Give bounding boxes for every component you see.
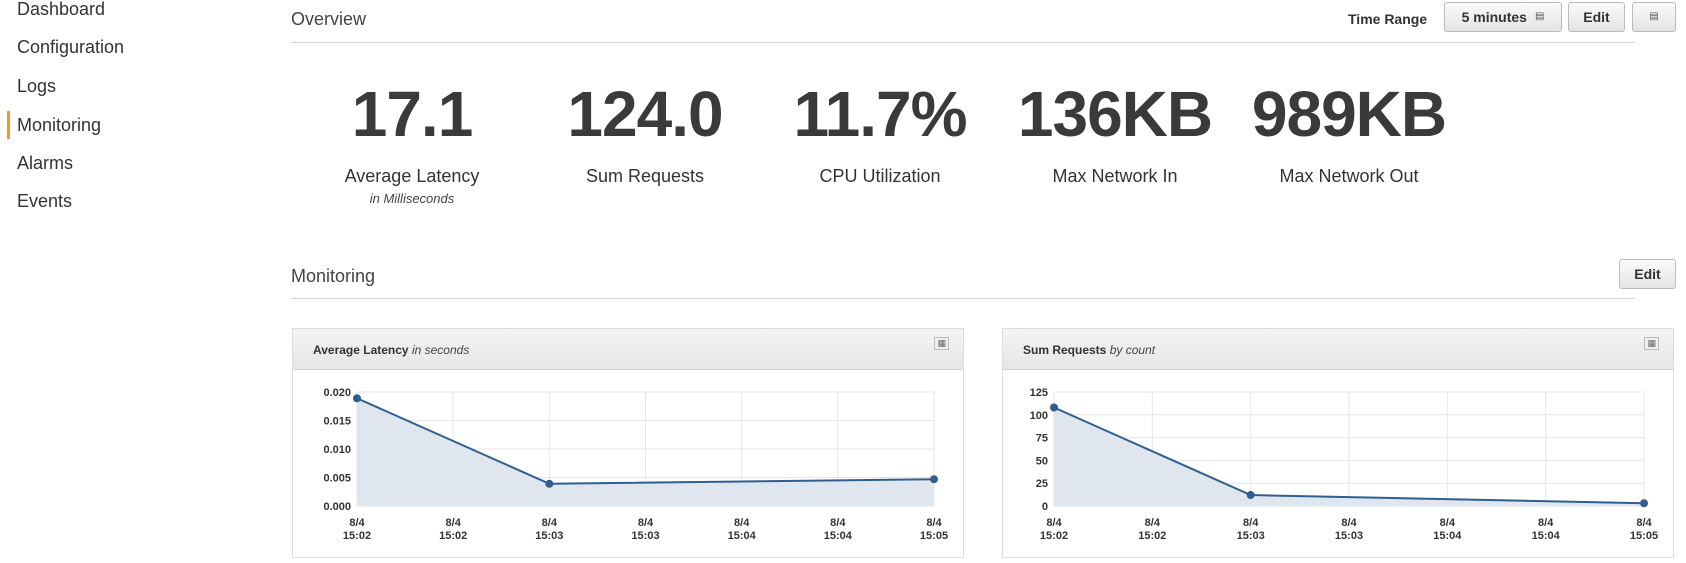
metric-value: 136KB	[1017, 78, 1213, 150]
x-tick-label: 8/4	[1243, 517, 1259, 529]
x-tick-label: 8/4	[446, 517, 462, 529]
monitoring-edit-button[interactable]: Edit	[1619, 259, 1676, 289]
metric-value: 11.7%	[793, 78, 968, 150]
time-range-label: Time Range	[1348, 11, 1428, 27]
x-tick-label: 15:02	[1040, 530, 1068, 542]
average-latency-chart: 0.0000.0050.0100.0150.0208/415:028/415:0…	[323, 387, 948, 542]
chart-panel-average-latency: Average Latency in seconds ▦ 0.000 0.005 0…	[292, 328, 964, 558]
y-tick-label: 25	[1036, 478, 1048, 490]
metric-max-network-out: 989KB Max Network Out	[1234, 82, 1464, 187]
metric-average-latency: 17.1 Average Latency in Milliseconds	[297, 82, 527, 206]
y-tick-label: 75	[1036, 433, 1048, 445]
chart-title: Sum Requests by count	[1023, 343, 1155, 357]
sidebar-item-alarms[interactable]: Alarms	[17, 152, 73, 174]
data-point	[1246, 491, 1255, 500]
x-tick-label: 8/4	[926, 517, 942, 529]
metric-value: 989KB	[1251, 78, 1447, 150]
x-tick-label: 15:03	[535, 530, 563, 542]
y-tick-label: 0.000	[323, 501, 351, 513]
metric-sublabel: in Milliseconds	[369, 191, 455, 206]
y-tick-label: 0.015	[323, 416, 351, 428]
x-tick-label: 8/4	[349, 517, 365, 529]
sidebar-item-dashboard[interactable]: Dashboard	[17, 0, 105, 20]
time-range-dropdown[interactable]: 5 minutes ▤	[1444, 2, 1562, 32]
x-tick-label: 15:04	[1532, 530, 1561, 542]
metric-max-network-in: 136KB Max Network In	[1000, 82, 1230, 187]
x-tick-label: 8/4	[830, 517, 846, 529]
monitoring-divider	[291, 298, 1635, 299]
metric-label: Max Network In	[1052, 166, 1178, 186]
metric-cpu-utilization: 11.7% CPU Utilization	[765, 82, 995, 187]
sum-requests-chart: 02550751001258/415:028/415:028/415:038/4…	[1030, 387, 1658, 542]
overview-divider	[291, 42, 1635, 43]
metric-value: 17.1	[351, 78, 474, 150]
x-tick-label: 8/4	[1145, 517, 1161, 529]
x-tick-label: 8/4	[1046, 517, 1062, 529]
x-tick-label: 8/4	[734, 517, 750, 529]
metric-label: Max Network Out	[1279, 166, 1419, 186]
chart-panel-sum-requests: Sum Requests by count ▦ 0 25 50 75 100 125 8/4…	[1002, 328, 1674, 558]
x-tick-label: 15:04	[1433, 530, 1462, 542]
x-tick-label: 8/4	[1538, 517, 1554, 529]
sidebar-item-monitoring[interactable]: Monitoring	[17, 114, 101, 136]
x-tick-label: 15:02	[439, 530, 467, 542]
chart-options-icon[interactable]: ▦	[934, 337, 949, 350]
x-tick-label: 8/4	[638, 517, 654, 529]
chart-options-icon[interactable]: ▦	[1644, 337, 1659, 350]
x-tick-label: 15:04	[728, 530, 757, 542]
data-point	[545, 479, 554, 488]
chart-title-text: Sum Requests	[1023, 343, 1107, 357]
y-tick-label: 0	[1042, 501, 1048, 513]
y-tick-label: 0.020	[323, 387, 351, 399]
data-point	[1640, 499, 1648, 508]
data-point	[1050, 403, 1058, 412]
refresh-button[interactable]: ▤	[1632, 2, 1676, 32]
sidebar: Dashboard Configuration Logs Monitoring …	[0, 0, 260, 550]
metric-label: Average Latency	[344, 166, 480, 186]
y-tick-label: 0.005	[323, 473, 351, 485]
metric-label: Sum Requests	[585, 166, 705, 186]
overview-edit-button[interactable]: Edit	[1568, 2, 1625, 32]
data-point	[930, 475, 938, 484]
x-tick-label: 15:03	[1237, 530, 1265, 542]
monitoring-title: Monitoring	[291, 266, 376, 286]
sidebar-item-logs[interactable]: Logs	[17, 75, 56, 97]
x-tick-label: 15:02	[343, 530, 371, 542]
y-tick-label: 125	[1030, 387, 1048, 399]
data-point	[353, 394, 361, 403]
y-tick-label: 0.010	[323, 444, 351, 456]
metric-label: CPU Utilization	[819, 166, 941, 186]
x-tick-label: 15:02	[1138, 530, 1166, 542]
sidebar-item-configuration[interactable]: Configuration	[17, 36, 124, 58]
x-tick-label: 8/4	[1440, 517, 1456, 529]
x-tick-label: 8/4	[1341, 517, 1357, 529]
chart-title-text: Average Latency	[313, 343, 409, 357]
chart-title: Average Latency in seconds	[313, 343, 469, 357]
chart-header: Sum Requests by count ▦	[1003, 329, 1673, 370]
y-tick-label: 50	[1036, 455, 1048, 467]
chart-unit: in seconds	[411, 343, 470, 357]
chart-unit: by count	[1109, 343, 1156, 357]
active-indicator	[7, 111, 10, 139]
y-tick-label: 100	[1030, 410, 1048, 422]
x-tick-label: 15:05	[920, 530, 948, 542]
chart-header: Average Latency in seconds ▦	[293, 329, 963, 370]
x-tick-label: 8/4	[1636, 517, 1652, 529]
x-tick-label: 8/4	[542, 517, 558, 529]
overview-title: Overview	[291, 9, 367, 29]
x-tick-label: 15:04	[824, 530, 853, 542]
metric-value: 124.0	[567, 78, 723, 150]
sidebar-item-events[interactable]: Events	[17, 190, 72, 212]
x-tick-label: 15:05	[1630, 530, 1658, 542]
dropdown-icon: ▤	[1534, 11, 1545, 22]
metric-sum-requests: 124.0 Sum Requests	[530, 82, 760, 187]
x-tick-label: 15:03	[1335, 530, 1363, 542]
x-tick-label: 15:03	[631, 530, 659, 542]
refresh-icon: ▤	[1649, 11, 1659, 22]
time-range-value: 5 minutes	[1461, 9, 1527, 25]
